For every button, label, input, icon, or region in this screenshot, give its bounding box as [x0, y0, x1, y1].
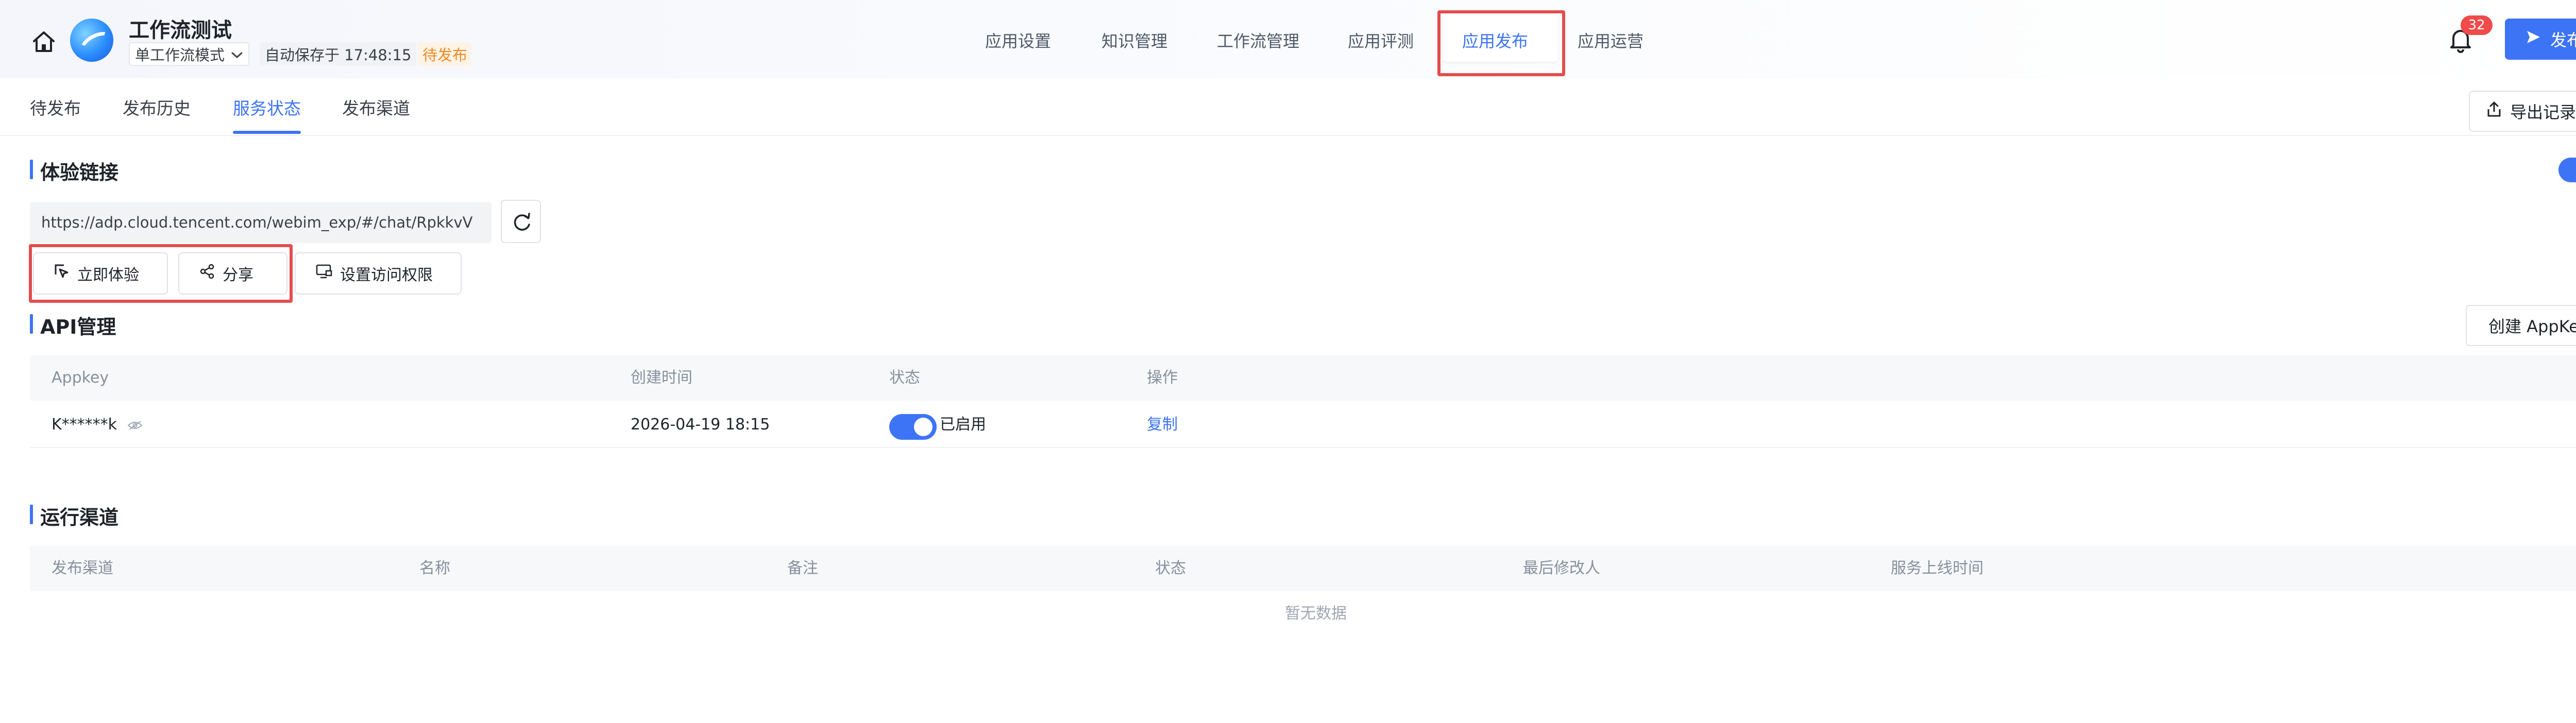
publish-button-label: 发布: [2550, 30, 2576, 50]
copy-link[interactable]: 复制: [1147, 402, 1178, 448]
appkey-cell: K******k: [52, 402, 143, 448]
nav-operations[interactable]: 应用运营: [1578, 28, 1643, 52]
nav-evaluation[interactable]: 应用评测: [1348, 28, 1414, 52]
send-icon: [2526, 29, 2541, 49]
nav-workflow[interactable]: 工作流管理: [1217, 28, 1299, 52]
experience-section-title: 体验链接: [30, 157, 118, 185]
nav-knowledge[interactable]: 知识管理: [1101, 28, 1167, 52]
tab-channels[interactable]: 发布渠道: [342, 95, 410, 119]
col-online-time: 服务上线时间: [1891, 559, 1984, 577]
tab-history[interactable]: 发布历史: [123, 95, 191, 119]
col-appkey: Appkey: [52, 369, 109, 387]
experience-url-field[interactable]: [30, 202, 492, 243]
refresh-button[interactable]: [501, 200, 541, 243]
col-action: 操作: [1147, 369, 1178, 387]
tab-service-status[interactable]: 服务状态: [233, 95, 301, 119]
mode-select-value: 单工作流模式: [135, 46, 225, 64]
notification-count-badge: 32: [2461, 15, 2493, 35]
table-row: K******k 2026-04-19 18:15 已启用 复制: [30, 402, 2576, 448]
channels-section-title: 运行渠道: [30, 502, 118, 530]
col-remark: 备注: [787, 559, 818, 577]
col-last-modifier: 最后修改人: [1523, 559, 1600, 577]
highlight-box-nav: [1437, 10, 1565, 76]
col-status: 状态: [889, 369, 920, 387]
nav-app-settings[interactable]: 应用设置: [985, 28, 1051, 52]
channels-table-header: 发布渠道 名称 备注 状态 最后修改人 服务上线时间: [30, 546, 2576, 591]
api-section-title: API管理: [30, 311, 116, 339]
col-channel-status: 状态: [1155, 559, 1186, 577]
tab-pending[interactable]: 待发布: [30, 95, 81, 119]
sub-tabs: 待发布 发布历史 服务状态 发布渠道: [0, 78, 2576, 136]
col-name: 名称: [419, 559, 450, 577]
app-title: 工作流测试: [129, 19, 232, 42]
access-settings-label: 设置访问权限: [340, 266, 433, 284]
status-text: 已启用: [940, 416, 986, 434]
refresh-icon: [514, 213, 530, 231]
api-table-header: Appkey 创建时间 状态 操作: [30, 355, 2576, 401]
col-channel: 发布渠道: [52, 559, 113, 577]
highlight-box-actions: [29, 244, 293, 303]
create-appkey-button[interactable]: 创建 AppKey: [2466, 305, 2576, 346]
status-badge: 待发布: [418, 42, 472, 66]
mode-select[interactable]: 单工作流模式: [129, 42, 250, 66]
appkey-value: K******k: [52, 416, 117, 434]
active-tab-underline: [233, 131, 301, 134]
experience-toggle[interactable]: [2558, 158, 2576, 182]
monitor-lock-icon: [315, 263, 333, 284]
col-created: 创建时间: [631, 369, 692, 387]
tabs-divider: [0, 135, 2576, 136]
export-records-button[interactable]: 导出记录: [2469, 91, 2576, 132]
chevron-down-icon: [231, 45, 243, 63]
access-settings-button[interactable]: 设置访问权限: [295, 252, 462, 295]
eye-hidden-icon[interactable]: [127, 420, 143, 431]
top-header: 工作流测试 单工作流模式 自动保存于 17:48:15 待发布 应用设置 知识管…: [0, 0, 2576, 78]
export-records-label: 导出记录: [2510, 102, 2576, 122]
home-icon[interactable]: [30, 30, 58, 54]
empty-state-text: 暂无数据: [1285, 605, 1347, 623]
created-time-cell: 2026-04-19 18:15: [631, 416, 770, 434]
app-logo: [70, 19, 113, 62]
appkey-status-toggle[interactable]: [889, 414, 937, 440]
publish-button[interactable]: 发布: [2505, 19, 2576, 60]
autosave-status: 自动保存于 17:48:15: [260, 42, 417, 66]
export-icon: [2486, 101, 2502, 122]
